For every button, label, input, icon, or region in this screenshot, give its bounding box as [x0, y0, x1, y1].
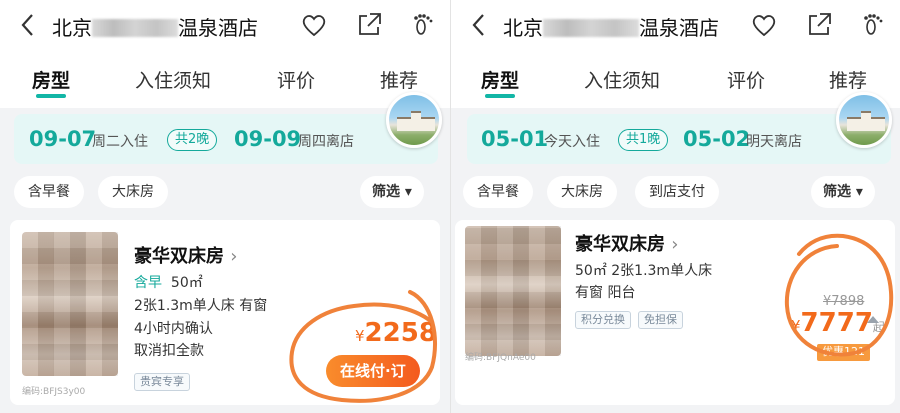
filter-big-bed[interactable]: 大床房 [98, 176, 168, 208]
filter-bar: 含早餐 大床房 到店支付 筛选 ▾ [451, 168, 900, 216]
title-suffix: 温泉酒店 [639, 16, 719, 40]
tab-bar: 房型 入住须知 评价 推荐 [451, 50, 900, 108]
checkin-label: 今天入住 [544, 134, 600, 150]
heart-icon[interactable] [749, 10, 779, 40]
active-tab-indicator [36, 94, 66, 98]
hotel-photo-thumbnail[interactable] [386, 92, 442, 148]
blurred-name [543, 19, 639, 37]
room-area: 50㎡ [170, 275, 203, 291]
checkin-date: 05-01 [481, 127, 549, 151]
filter-big-bed[interactable]: 大床房 [547, 176, 617, 208]
collapse-arrow-icon[interactable] [867, 316, 879, 323]
checkin-label: 周二入住 [92, 134, 148, 150]
room-price: ¥7777起 [791, 308, 885, 338]
room-window-balcony: 有窗 阳台 [575, 285, 636, 301]
tab-reviews[interactable]: 评价 [277, 66, 315, 93]
title-suffix: 温泉酒店 [178, 16, 258, 40]
back-arrow-icon[interactable] [16, 10, 40, 40]
tab-room-types[interactable]: 房型 [481, 66, 519, 93]
room-code: 编码:BFJS3y00 [22, 387, 86, 397]
vip-tag: 贵宾专享 [134, 373, 190, 391]
header: 北京 温泉酒店 [0, 0, 450, 50]
tab-checkin-notes[interactable]: 入住须知 [135, 66, 211, 93]
tab-reviews[interactable]: 评价 [727, 66, 765, 93]
back-arrow-icon[interactable] [467, 10, 491, 40]
checkout-label: 周四离店 [298, 134, 354, 150]
book-online-button[interactable]: 在线付·订 [326, 355, 420, 387]
room-photo[interactable] [465, 226, 561, 356]
room-card[interactable]: 编码:BFJS3y00 豪华双床房 › 含早 50㎡ 2张1.3m单人床 有窗 … [10, 220, 440, 405]
original-price: ¥7898 [823, 294, 865, 309]
discount-badge: 优惠121 [817, 344, 870, 361]
tab-checkin-notes[interactable]: 入住须知 [584, 66, 660, 93]
filter-dropdown-label: 筛选 [823, 184, 851, 200]
breakfast-label: 含早 [134, 275, 162, 291]
room-area-beds: 50㎡ 2张1.3m单人床 [575, 263, 713, 279]
room-name[interactable]: 豪华双床房 › [134, 242, 237, 268]
room-name-text: 豪华双床房 [575, 234, 665, 255]
caret-down-icon: ▾ [404, 184, 412, 200]
filter-pay-at-hotel[interactable]: 到店支付 [635, 176, 719, 208]
filter-dropdown[interactable]: 筛选 ▾ [360, 176, 424, 208]
blurred-name [92, 19, 178, 37]
room-beds: 2张1.3m单人床 有窗 [134, 298, 268, 314]
room-price: ¥2258 [355, 318, 437, 348]
header: 北京 温泉酒店 [451, 0, 900, 50]
room-cancel-policy: 取消扣全款 [134, 343, 204, 359]
checkout-label: 明天离店 [746, 134, 802, 150]
share-icon[interactable] [354, 10, 384, 40]
room-code: 编码:BFJQnAe00 [465, 353, 536, 363]
left-hotel-page: 北京 温泉酒店 房型 入住须知 评价 推荐 09-07 周二入住 共2晚 09-0… [0, 0, 450, 413]
room-card[interactable]: 编码:BFJQnAe00 豪华双床房 › 50㎡ 2张1.3m单人床 有窗 阳台… [455, 220, 895, 405]
filter-breakfast[interactable]: 含早餐 [14, 176, 84, 208]
footprint-icon[interactable] [859, 10, 889, 40]
filter-bar: 含早餐 大床房 筛选 ▾ [0, 168, 450, 216]
hotel-photo-thumbnail[interactable] [836, 92, 892, 148]
date-selector[interactable]: 05-01 今天入住 共1晚 05-02 明天离店 [467, 114, 891, 164]
active-tab-indicator [485, 94, 515, 98]
checkin-date: 09-07 [29, 127, 97, 151]
title-prefix: 北京 [503, 16, 543, 40]
room-name-text: 豪华双床房 [134, 246, 224, 267]
currency-symbol: ¥ [791, 317, 801, 335]
hotel-title: 北京 温泉酒店 [52, 12, 258, 41]
tab-room-types[interactable]: 房型 [32, 66, 70, 93]
room-photo[interactable] [22, 232, 118, 376]
share-icon[interactable] [804, 10, 834, 40]
title-prefix: 北京 [52, 16, 92, 40]
tab-recommend[interactable]: 推荐 [829, 66, 867, 93]
heart-icon[interactable] [299, 10, 329, 40]
filter-breakfast[interactable]: 含早餐 [463, 176, 533, 208]
room-confirm-time: 4小时内确认 [134, 321, 213, 337]
price-value: 7777 [800, 308, 873, 338]
no-guarantee-tag: 免担保 [638, 311, 683, 329]
tab-recommend[interactable]: 推荐 [380, 66, 418, 93]
chevron-right-icon: › [230, 246, 238, 267]
points-exchange-tag: 积分兑换 [575, 311, 631, 329]
caret-down-icon: ▾ [855, 184, 863, 200]
tab-bar: 房型 入住须知 评价 推荐 [0, 50, 450, 108]
chevron-right-icon: › [671, 234, 679, 255]
filter-dropdown-label: 筛选 [372, 184, 400, 200]
currency-symbol: ¥ [355, 327, 365, 345]
price-value: 2258 [364, 318, 437, 348]
room-name[interactable]: 豪华双床房 › [575, 230, 678, 256]
nights-badge: 共1晚 [618, 129, 669, 151]
right-hotel-page: 北京 温泉酒店 房型 入住须知 评价 推荐 05-01 今天入住 共1晚 05-0… [450, 0, 900, 413]
date-selector[interactable]: 09-07 周二入住 共2晚 09-09 周四离店 [14, 114, 438, 164]
screenshot-comparison: 北京 温泉酒店 房型 入住须知 评价 推荐 09-07 周二入住 共2晚 09-0… [0, 0, 900, 413]
room-breakfast-area: 含早 50㎡ [134, 272, 203, 292]
hotel-title: 北京 温泉酒店 [503, 12, 719, 41]
checkout-date: 05-02 [683, 127, 751, 151]
footprint-icon[interactable] [409, 10, 439, 40]
checkout-date: 09-09 [234, 127, 302, 151]
nights-badge: 共2晚 [167, 129, 218, 151]
filter-dropdown[interactable]: 筛选 ▾ [811, 176, 875, 208]
